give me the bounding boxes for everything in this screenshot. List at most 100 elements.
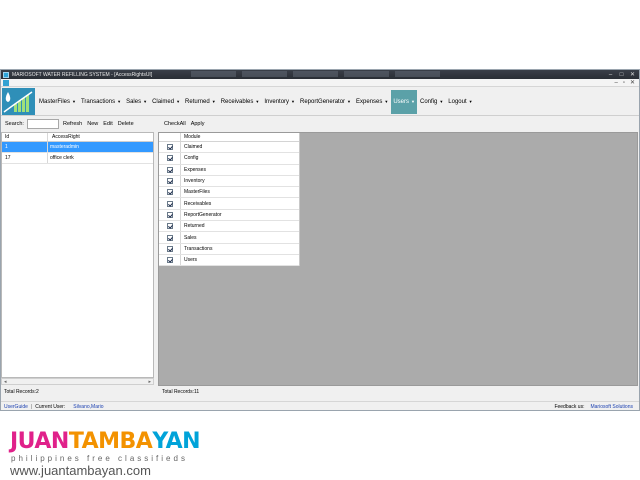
grid-header: Id AccessRight bbox=[2, 133, 153, 142]
module-name: Receivables bbox=[184, 200, 212, 207]
right-total-records: Total Records:11 bbox=[162, 389, 200, 395]
delete-button[interactable]: Delete bbox=[118, 121, 134, 127]
checkbox-checked-icon[interactable] bbox=[166, 189, 173, 196]
table-row[interactable]: Expenses bbox=[159, 164, 299, 176]
module-name: Expenses bbox=[184, 166, 206, 173]
table-row[interactable]: ReportGenerator bbox=[159, 209, 299, 222]
child-window-icon bbox=[3, 80, 9, 86]
mdi-child-strip: – ▫ ✕ bbox=[1, 79, 639, 87]
horizontal-scrollbar[interactable]: ◂ ▸ bbox=[1, 378, 154, 385]
menu-sales[interactable]: Sales ▼ bbox=[124, 90, 149, 114]
checkbox-checked-icon[interactable] bbox=[166, 234, 173, 241]
column-header-check bbox=[159, 133, 181, 141]
chevron-down-icon: ▼ bbox=[72, 99, 76, 104]
table-row[interactable]: Config bbox=[159, 153, 299, 165]
module-name: Config bbox=[184, 155, 199, 162]
table-row[interactable]: MasterFiles bbox=[159, 187, 299, 199]
checkbox-checked-icon[interactable] bbox=[166, 200, 173, 207]
scroll-left-icon[interactable]: ◂ bbox=[4, 379, 7, 385]
user-guide-link[interactable]: UserGuide bbox=[4, 404, 28, 410]
menu-reportgenerator[interactable]: ReportGenerator ▼ bbox=[298, 90, 353, 114]
menu-users[interactable]: Users ▼ bbox=[391, 89, 417, 114]
status-bar: UserGuide | Current User: Silvano,Mario … bbox=[1, 401, 639, 410]
row-id: 1 bbox=[2, 142, 48, 152]
chevron-down-icon: ▼ bbox=[291, 99, 296, 104]
checkbox-cell bbox=[159, 164, 181, 175]
chevron-down-icon: ▼ bbox=[255, 99, 260, 104]
column-header-id[interactable]: Id bbox=[2, 133, 48, 141]
left-total-records: Total Records:2 bbox=[4, 389, 39, 395]
logo-text-part1: JUAN bbox=[10, 428, 69, 454]
checkbox-cell bbox=[159, 142, 181, 153]
child-restore-icon[interactable]: ▫ bbox=[623, 79, 625, 87]
row-accessright: office clerk bbox=[50, 155, 74, 161]
menu-claimed[interactable]: Claimed ▼ bbox=[150, 90, 182, 114]
table-row[interactable]: 17 office clerk bbox=[2, 153, 153, 164]
menu-config[interactable]: Config ▼ bbox=[418, 90, 445, 114]
edit-button[interactable]: Edit bbox=[103, 121, 112, 127]
checkbox-checked-icon[interactable] bbox=[166, 178, 173, 185]
chevron-down-icon: ▼ bbox=[384, 99, 389, 104]
title-bar: MARIOSOFT WATER REFILLING SYSTEM - [Acce… bbox=[1, 70, 639, 79]
chevron-down-icon: ▼ bbox=[143, 99, 148, 104]
column-header-module[interactable]: Module bbox=[181, 134, 200, 140]
apply-button[interactable]: Apply bbox=[191, 121, 205, 127]
refresh-button[interactable]: Refresh bbox=[63, 121, 82, 127]
close-icon[interactable]: ✕ bbox=[629, 72, 636, 78]
scroll-right-icon[interactable]: ▸ bbox=[148, 379, 151, 385]
checkbox-checked-icon[interactable] bbox=[166, 155, 173, 162]
logo-text-part2: TAMBA bbox=[68, 428, 153, 454]
maximize-icon[interactable]: □ bbox=[618, 72, 625, 78]
current-user-label: Current User: bbox=[35, 403, 66, 410]
table-row[interactable]: Receivables bbox=[159, 198, 299, 210]
search-input[interactable] bbox=[26, 119, 59, 129]
menu-transactions[interactable]: Transactions ▼ bbox=[79, 90, 123, 114]
window-controls: – □ ✕ bbox=[607, 72, 636, 78]
chevron-down-icon: ▼ bbox=[347, 99, 352, 104]
table-row[interactable]: Returned bbox=[159, 221, 299, 233]
row-accessright: masteradmin bbox=[50, 144, 79, 150]
company-link[interactable]: Mariosoft Solutions bbox=[590, 404, 633, 410]
table-row[interactable]: Inventory bbox=[159, 175, 299, 188]
chevron-down-icon: ▼ bbox=[411, 99, 415, 104]
new-button[interactable]: New bbox=[87, 121, 98, 127]
menu-inventory[interactable]: Inventory ▼ bbox=[262, 90, 297, 114]
checkbox-checked-icon[interactable] bbox=[166, 166, 173, 173]
window-title: MARIOSOFT WATER REFILLING SYSTEM - [Acce… bbox=[12, 71, 153, 78]
module-name: MasterFiles bbox=[184, 189, 210, 196]
minimize-icon[interactable]: – bbox=[607, 72, 614, 78]
logo-graphic bbox=[2, 88, 35, 115]
chevron-down-icon: ▼ bbox=[211, 99, 216, 104]
table-row[interactable]: Claimed bbox=[159, 142, 299, 154]
table-row[interactable]: 1 masteradmin bbox=[2, 142, 153, 153]
child-close-icon[interactable]: ✕ bbox=[630, 79, 635, 87]
checkbox-cell bbox=[159, 221, 181, 232]
feedback-label: Feedback us: bbox=[554, 403, 585, 410]
menu-masterfiles[interactable]: MasterFiles ▼ bbox=[37, 90, 78, 114]
watermark-url: www.juantambayan.com bbox=[10, 463, 151, 478]
modules-pane: CheckAll Apply Module Claimed Config Expen… bbox=[158, 118, 639, 395]
menu-returned[interactable]: Returned ▼ bbox=[183, 90, 218, 114]
checkbox-checked-icon[interactable] bbox=[166, 223, 173, 230]
child-minimize-icon[interactable]: – bbox=[614, 79, 617, 87]
menu-receivables[interactable]: Receivables ▼ bbox=[219, 90, 262, 114]
checkbox-checked-icon[interactable] bbox=[166, 211, 173, 218]
table-row[interactable]: Transactions bbox=[159, 243, 299, 255]
chevron-down-icon: ▼ bbox=[117, 99, 122, 104]
menu-expenses[interactable]: Expenses ▼ bbox=[354, 90, 390, 114]
row-id: 17 bbox=[2, 153, 48, 163]
current-user-value: Silvano,Mario bbox=[73, 403, 104, 410]
menu-logout[interactable]: Logout ▼ bbox=[446, 90, 474, 114]
app-icon bbox=[3, 71, 9, 78]
checkbox-checked-icon[interactable] bbox=[166, 245, 173, 252]
column-header-accessright[interactable]: AccessRight bbox=[48, 134, 80, 140]
table-row[interactable]: Sales bbox=[159, 232, 299, 244]
child-window-controls: – ▫ ✕ bbox=[614, 79, 635, 87]
checkbox-checked-icon[interactable] bbox=[166, 257, 173, 264]
chevron-down-icon: ▼ bbox=[468, 99, 473, 104]
table-row[interactable]: Users bbox=[159, 254, 299, 267]
checkbox-checked-icon[interactable] bbox=[166, 144, 173, 151]
module-name: Transactions bbox=[184, 245, 213, 252]
module-name: Claimed bbox=[184, 144, 203, 151]
check-all-button[interactable]: CheckAll bbox=[164, 121, 186, 127]
